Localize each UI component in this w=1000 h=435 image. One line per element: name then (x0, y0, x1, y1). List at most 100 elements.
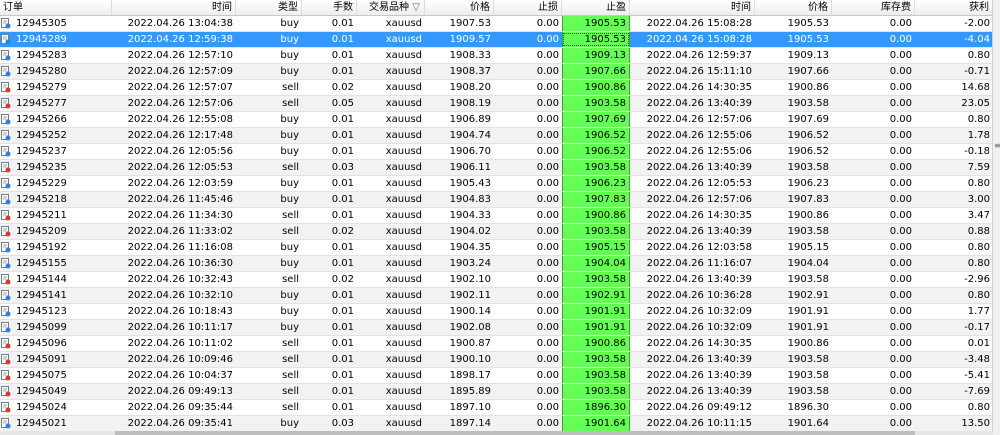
sl-cell: 0.00 (536, 226, 559, 237)
open-price-cell: 1904.33 (449, 210, 491, 221)
type-cell: buy (280, 242, 299, 253)
sl-cell: 0.00 (536, 354, 559, 365)
table-row[interactable]: 12945123 2022.04.26 10:18:43 buy 0.01 xauusd… (0, 304, 993, 320)
column-header-sl[interactable]: 止损 (494, 0, 562, 15)
lots-cell: 0.05 (331, 98, 354, 109)
column-header-profit[interactable]: 获利 (915, 0, 993, 15)
table-row[interactable]: 12945235 2022.04.26 12:05:53 sell 0.03 xauus… (0, 160, 993, 176)
horizontal-scrollbar-thumb[interactable] (115, 431, 915, 435)
table-row[interactable]: 12945099 2022.04.26 10:11:17 buy 0.01 xauusd… (0, 320, 993, 336)
vertical-scrollbar[interactable]: ≡ (992, 0, 1000, 435)
column-header-close-time[interactable]: 时间 (630, 0, 755, 15)
buy-order-icon (1, 130, 11, 141)
profit-cell: -0.18 (964, 146, 990, 157)
lots-cell: 0.01 (331, 258, 354, 269)
open-price-cell: 1908.33 (449, 50, 491, 61)
order-cell: 12945252 (16, 130, 67, 141)
column-header-close-price[interactable]: 价格 (755, 0, 832, 15)
sl-cell: 0.00 (536, 338, 559, 349)
table-row[interactable]: 12945075 2022.04.26 10:04:37 sell 0.01 xauus… (0, 368, 993, 384)
column-header-swap[interactable]: 库存费 (832, 0, 915, 15)
table-row[interactable]: 12945279 2022.04.26 12:57:07 sell 0.02 xauus… (0, 80, 993, 96)
table-row[interactable]: 12945192 2022.04.26 11:16:08 buy 0.01 xauusd… (0, 240, 993, 256)
open-time-cell: 2022.04.26 12:17:48 (127, 130, 233, 141)
close-price-cell: 1901.64 (787, 418, 829, 429)
type-cell: sell (282, 354, 299, 365)
lots-cell: 0.01 (331, 338, 354, 349)
open-price-cell: 1895.89 (449, 386, 491, 397)
order-cell: 12945211 (16, 210, 67, 221)
symbol-cell: xauusd (385, 82, 422, 93)
table-row[interactable]: 12945305 2022.04.26 13:04:38 buy 0.01 xauusd… (0, 16, 993, 32)
buy-order-icon (1, 114, 11, 125)
close-time-cell: 2022.04.26 12:05:53 (646, 178, 752, 189)
lots-cell: 0.01 (331, 354, 354, 365)
table-row[interactable]: 12945209 2022.04.26 11:33:02 sell 0.02 xauus… (0, 224, 993, 240)
order-cell: 12945123 (16, 306, 67, 317)
open-time-cell: 2022.04.26 11:33:02 (127, 226, 233, 237)
column-header-open-price[interactable]: 价格 (425, 0, 494, 15)
table-row[interactable]: 12945266 2022.04.26 12:55:08 buy 0.01 xauusd… (0, 112, 993, 128)
table-row[interactable]: 12945049 2022.04.26 09:49:13 sell 0.01 xauus… (0, 384, 993, 400)
type-cell: buy (280, 146, 299, 157)
buy-order-icon (1, 146, 11, 157)
profit-cell: 0.80 (967, 242, 990, 253)
sell-order-icon (1, 82, 11, 93)
type-cell: sell (282, 338, 299, 349)
table-row[interactable]: 12945211 2022.04.26 11:34:30 sell 0.01 xauus… (0, 208, 993, 224)
table-row[interactable]: 12945218 2022.04.26 11:45:46 buy 0.01 xauusd… (0, 192, 993, 208)
close-time-cell: 2022.04.26 13:40:39 (646, 354, 752, 365)
column-header-lots[interactable]: 手数 (302, 0, 357, 15)
order-cell: 12945075 (16, 370, 67, 381)
column-header-open-time[interactable]: 时间 (112, 0, 236, 15)
open-time-cell: 2022.04.26 12:05:56 (127, 146, 233, 157)
lots-cell: 0.03 (331, 162, 354, 173)
sl-cell: 0.00 (536, 194, 559, 205)
column-header-tp[interactable]: 止盈 (562, 0, 630, 15)
close-price-cell: 1900.86 (787, 210, 829, 221)
table-row[interactable]: 12945021 2022.04.26 09:35:41 buy 0.03 xauusd… (0, 416, 993, 432)
sl-cell: 0.00 (536, 66, 559, 77)
open-price-cell: 1897.14 (449, 418, 491, 429)
table-row[interactable]: 12945091 2022.04.26 10:09:46 sell 0.01 xauus… (0, 352, 993, 368)
symbol-cell: xauusd (385, 322, 422, 333)
type-cell: buy (280, 322, 299, 333)
order-cell: 12945192 (16, 242, 67, 253)
close-time-cell: 2022.04.26 15:08:28 (646, 34, 752, 45)
table-row[interactable]: 12945096 2022.04.26 10:11:02 sell 0.01 xauus… (0, 336, 993, 352)
swap-cell: 0.00 (889, 306, 912, 317)
open-price-cell: 1903.24 (449, 258, 491, 269)
profit-cell: -0.71 (964, 66, 990, 77)
open-time-cell: 2022.04.26 12:57:10 (127, 50, 233, 61)
close-price-cell: 1903.58 (787, 370, 829, 381)
sl-cell: 0.00 (536, 418, 559, 429)
table-row[interactable]: 12945277 2022.04.26 12:57:06 sell 0.05 xauus… (0, 96, 993, 112)
buy-order-icon (1, 290, 11, 301)
open-time-cell: 2022.04.26 11:34:30 (127, 210, 233, 221)
table-row[interactable]: 12945289 2022.04.26 12:59:38 buy 0.01 xauusd… (0, 32, 993, 48)
table-row[interactable]: 12945144 2022.04.26 10:32:43 sell 0.02 xauus… (0, 272, 993, 288)
order-cell: 12945155 (16, 258, 67, 269)
tp-cell: 1907.66 (562, 64, 630, 79)
open-time-cell: 2022.04.26 09:35:44 (127, 402, 233, 413)
table-row[interactable]: 12945024 2022.04.26 09:35:44 sell 0.01 xauus… (0, 400, 993, 416)
column-header-order[interactable]: 订单 (0, 0, 112, 15)
buy-order-icon (1, 306, 11, 317)
table-row[interactable]: 12945141 2022.04.26 10:32:10 buy 0.01 xauusd… (0, 288, 993, 304)
buy-order-icon (1, 258, 11, 269)
table-row[interactable]: 12945229 2022.04.26 12:03:59 buy 0.01 xauusd… (0, 176, 993, 192)
table-row[interactable]: 12945237 2022.04.26 12:05:56 buy 0.01 xauusd… (0, 144, 993, 160)
symbol-cell: xauusd (385, 210, 422, 221)
column-header-type[interactable]: 类型 (236, 0, 302, 15)
close-price-cell: 1907.69 (787, 114, 829, 125)
table-row[interactable]: 12945283 2022.04.26 12:57:10 buy 0.01 xauusd… (0, 48, 993, 64)
table-row[interactable]: 12945280 2022.04.26 12:57:09 buy 0.01 xauusd… (0, 64, 993, 80)
swap-cell: 0.00 (889, 178, 912, 189)
column-header-symbol[interactable]: 交易品种 ▽ (357, 0, 425, 15)
swap-cell: 0.00 (889, 322, 912, 333)
tp-cell: 1896.30 (562, 400, 630, 415)
table-row[interactable]: 12945252 2022.04.26 12:17:48 buy 0.01 xauusd… (0, 128, 993, 144)
table-row[interactable]: 12945155 2022.04.26 10:36:30 buy 0.01 xauusd… (0, 256, 993, 272)
lots-cell: 0.03 (331, 418, 354, 429)
close-price-cell: 1907.66 (787, 66, 829, 77)
